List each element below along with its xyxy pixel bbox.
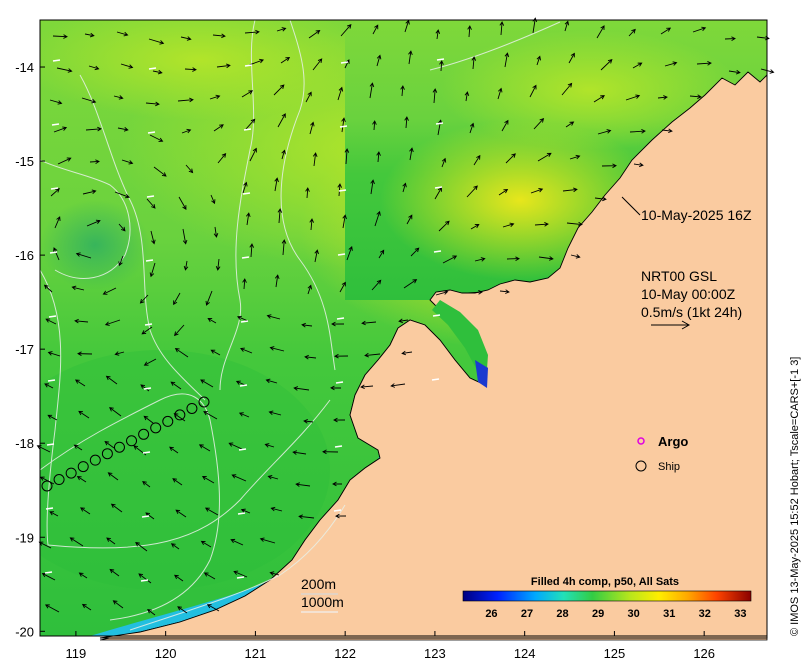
colorbar [462,590,752,602]
current-arrow-white [145,259,154,262]
current-arrow-white [241,256,250,259]
colorbar-tick-label: 27 [521,608,533,620]
colorbar-tick-label: 30 [628,608,640,620]
current-arrow-white [47,379,56,382]
nrt-label-1: NRT00 GSL [641,268,717,284]
colorbar-tick-label: 32 [699,608,711,620]
lon-tick-label: 125 [604,646,626,661]
lon-tick-label: 119 [66,646,87,661]
lat-tick-label: -14 [15,60,34,75]
current-arrow-white [240,320,249,323]
current-arrow-white [46,443,55,446]
current-arrow-white [144,323,153,326]
lon-tick-label: 120 [155,646,177,661]
argo-legend-label: Argo [658,434,688,449]
current-arrow-white [434,186,443,189]
lon-tick-label: 123 [424,646,446,661]
colorbar-title: Filled 4h comp, p50, All Sats [531,576,679,588]
current-arrow-white [44,571,53,574]
colorbar-tick-label: 29 [592,608,604,620]
contour-200-label: 200m [301,576,336,592]
current-arrow-white [49,251,58,254]
current-arrow-white [339,125,348,128]
current-arrow-white [48,315,57,318]
current-arrow-white [236,576,245,579]
lat-tick-label: -15 [15,154,34,169]
lon-tick-label: 122 [334,646,356,661]
current-arrow-white [335,381,344,384]
lat-tick-label: -18 [15,436,34,451]
current-arrow-white [142,451,151,454]
current-arrow-white [244,64,253,67]
current-arrow-white [143,387,152,390]
current-arrow-white [239,384,248,387]
ship-legend-label: Ship [658,461,680,473]
current-arrow-white [237,512,246,515]
lat-tick-label: -17 [15,342,34,357]
current-arrow-white [45,507,54,510]
current-arrow-white [147,131,156,134]
current-arrow-white [336,317,345,320]
current-arrow-white [140,579,149,582]
sst-map: 119 120 121 122 123 124 125 126 -14 -15 -16 -17 -18… [15,17,801,661]
lat-tick-label: -16 [15,248,34,263]
current-arrow-white [50,187,59,190]
current-arrow-white [141,515,150,518]
nrt-label-2: 10-May 00:00Z [641,286,736,302]
current-arrow-white [242,192,251,195]
current-arrow-white [340,61,349,64]
current-arrow-white [146,195,155,198]
current-arrow-white [238,448,247,451]
current-arrow-white [435,122,444,125]
credit-text: © IMOS 13-May-2025 15:52 Hobart; Tscale=… [789,357,801,636]
colorbar-tick-label: 31 [663,608,675,620]
nrt-label-3: 0.5m/s (1kt 24h) [641,304,742,320]
lon-tick-label: 126 [693,646,715,661]
current-arrow-white [431,378,440,381]
current-arrow-white [433,250,442,253]
current-arrow-white [51,123,60,126]
lon-tick-label: 121 [245,646,267,661]
current-arrow-white [333,509,342,512]
current-arrow-white [338,189,347,192]
current-arrow-white [337,253,346,256]
current-arrow-white [148,67,157,70]
lon-tick-label: 124 [514,646,536,661]
contour-1000-label: 1000m [301,594,344,610]
current-arrow-white [334,445,343,448]
current-arrow-white [243,128,252,131]
current-arrow-white [52,59,61,62]
current-arrow-white [436,58,445,61]
current-arrow-white [432,314,441,317]
colorbar-tick-label: 33 [734,608,746,620]
colorbar-tick-label: 28 [556,608,568,620]
timestamp-label: 10-May-2025 16Z [641,207,752,223]
colorbar-tick-label: 26 [485,608,497,620]
lat-tick-label: -20 [15,624,34,639]
lat-tick-label: -19 [15,530,34,545]
